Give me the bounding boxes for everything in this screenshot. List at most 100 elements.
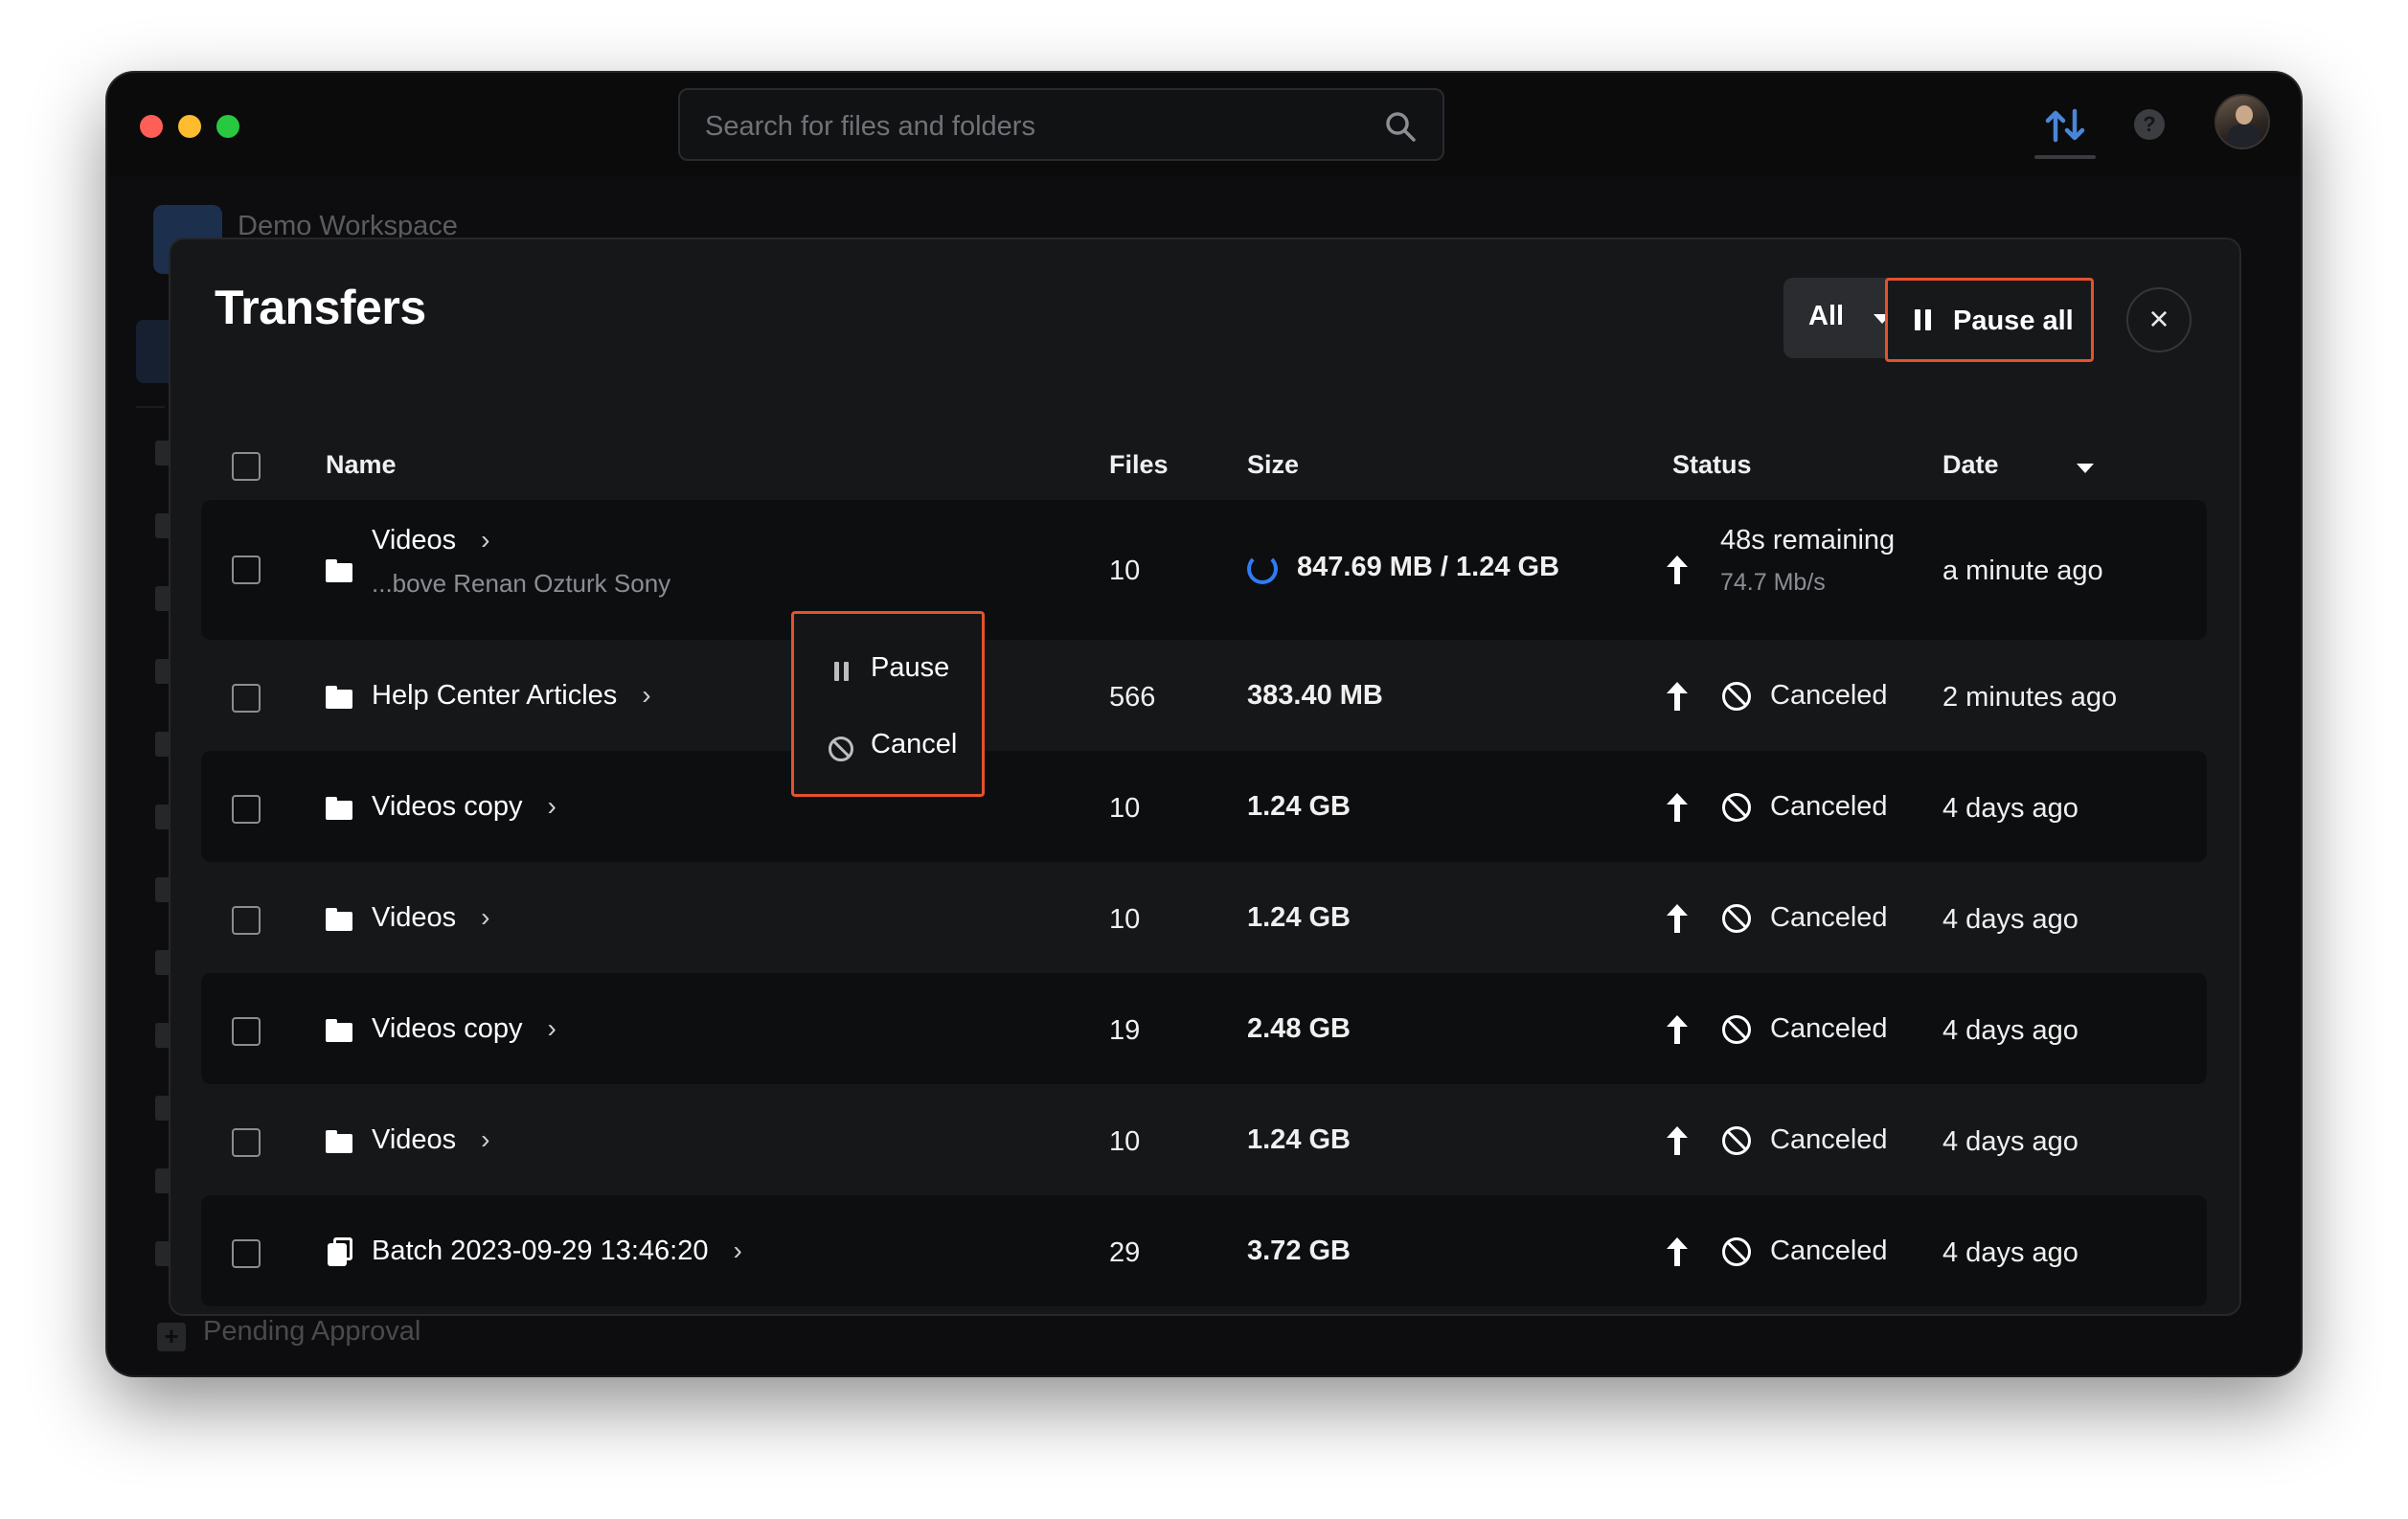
row-status: Canceled	[1770, 680, 1888, 711]
row-name[interactable]: Videos ›	[372, 525, 489, 556]
canceled-icon	[1722, 904, 1751, 933]
folder-icon	[326, 686, 352, 709]
row-files: 29	[1109, 1237, 1141, 1268]
close-modal-button[interactable]: ×	[2126, 287, 2192, 352]
close-icon: ×	[2148, 299, 2169, 338]
row-checkbox[interactable]	[232, 1128, 261, 1157]
column-header-size[interactable]: Size	[1247, 450, 1299, 480]
row-checkbox[interactable]	[232, 906, 261, 935]
row-checkbox[interactable]	[232, 555, 261, 584]
table-row[interactable]: Videos › 10 1.24 GB Canceled 4 days ago	[201, 1084, 2207, 1195]
row-status: Canceled	[1770, 1236, 1888, 1266]
row-status: 48s remaining	[1720, 525, 1896, 555]
row-date: 4 days ago	[1942, 1015, 2079, 1046]
row-files: 10	[1109, 793, 1141, 824]
column-header-files[interactable]: Files	[1109, 450, 1169, 480]
table-row[interactable]: Videos copy › 19 2.48 GB Canceled 4 days …	[201, 973, 2207, 1084]
row-size: 1.24 GB	[1247, 902, 1351, 933]
row-status: Canceled	[1770, 1124, 1888, 1155]
app-window: Search for files and folders ? Demo Work…	[107, 73, 2301, 1375]
minimize-window-button[interactable]	[178, 115, 201, 138]
folder-icon	[326, 908, 352, 931]
row-date: 4 days ago	[1942, 793, 2079, 824]
row-path: ...bove Renan Ozturk Sony	[372, 569, 671, 598]
filter-label: All	[1808, 301, 1845, 331]
upload-arrow-icon	[1667, 555, 1688, 584]
chevron-right-icon: ›	[733, 1236, 742, 1265]
table-row[interactable]: Videos › ...bove Renan Ozturk Sony 10 847…	[201, 500, 2207, 640]
search-input[interactable]: Search for files and folders	[678, 88, 1444, 161]
transfer-arrows-icon	[2045, 108, 2085, 143]
column-header-name[interactable]: Name	[326, 450, 397, 480]
pause-icon	[1915, 309, 1932, 330]
canceled-icon	[1722, 1126, 1751, 1155]
row-date: 4 days ago	[1942, 1237, 2079, 1268]
modal-title: Transfers	[215, 281, 426, 334]
pause-all-button[interactable]: Pause all	[1885, 278, 2094, 362]
column-header-status[interactable]: Status	[1672, 450, 1752, 480]
row-name[interactable]: Help Center Articles ›	[372, 680, 651, 712]
row-size: 1.24 GB	[1247, 1124, 1351, 1155]
folder-icon	[326, 559, 352, 582]
context-menu-cancel-label: Cancel	[871, 729, 958, 760]
row-files: 10	[1109, 1126, 1141, 1157]
row-context-menu: Pause Cancel	[791, 611, 985, 797]
table-row[interactable]: Batch 2023-09-29 13:46:20 › 29 3.72 GB Ca…	[201, 1195, 2207, 1306]
row-name[interactable]: Videos ›	[372, 902, 489, 934]
row-checkbox[interactable]	[232, 684, 261, 713]
column-header-date[interactable]: Date	[1942, 450, 1999, 480]
row-date: a minute ago	[1942, 555, 2103, 586]
row-checkbox[interactable]	[232, 1239, 261, 1268]
context-menu-pause-label: Pause	[871, 652, 950, 683]
select-all-checkbox[interactable]	[232, 452, 261, 481]
upload-arrow-icon	[1667, 682, 1688, 711]
help-icon[interactable]: ?	[2134, 109, 2165, 140]
upload-arrow-icon	[1667, 1237, 1688, 1266]
row-size: 847.69 MB / 1.24 GB	[1297, 552, 1560, 582]
progress-spinner-icon	[1247, 554, 1278, 584]
context-menu-pause[interactable]: Pause	[794, 631, 982, 708]
sort-desc-icon[interactable]	[2077, 464, 2094, 473]
row-files: 566	[1109, 682, 1156, 713]
row-size: 2.48 GB	[1247, 1013, 1351, 1044]
close-window-button[interactable]	[140, 115, 163, 138]
table-row[interactable]: Help Center Articles › 566 383.40 MB Canc…	[201, 640, 2207, 751]
titlebar: Search for files and folders ?	[107, 73, 2301, 176]
row-status: Canceled	[1770, 791, 1888, 822]
row-status: Canceled	[1770, 1013, 1888, 1044]
table-row[interactable]: Videos › 10 1.24 GB Canceled 4 days ago	[201, 862, 2207, 973]
row-speed: 74.7 Mb/s	[1720, 569, 1826, 596]
row-date: 4 days ago	[1942, 1126, 2079, 1157]
folder-icon	[326, 1019, 352, 1042]
context-menu-cancel[interactable]: Cancel	[794, 708, 982, 784]
table-row[interactable]: Videos copy › 10 1.24 GB Canceled 4 days …	[201, 751, 2207, 862]
chevron-right-icon: ›	[481, 1124, 490, 1154]
search-icon[interactable]	[1383, 109, 1418, 144]
row-date: 4 days ago	[1942, 904, 2079, 935]
chevron-right-icon: ›	[642, 680, 651, 710]
canceled-icon	[1722, 1015, 1751, 1044]
canceled-icon	[1722, 793, 1751, 822]
row-checkbox[interactable]	[232, 1017, 261, 1046]
search-placeholder: Search for files and folders	[705, 111, 1035, 142]
row-files: 19	[1109, 1015, 1141, 1046]
row-files: 10	[1109, 555, 1141, 586]
canceled-icon	[1722, 1237, 1751, 1266]
pause-all-label: Pause all	[1953, 306, 2074, 336]
maximize-window-button[interactable]	[216, 115, 239, 138]
table-header: Name Files Size Status Date	[170, 427, 2239, 502]
row-name[interactable]: Batch 2023-09-29 13:46:20 ›	[372, 1236, 742, 1267]
row-name[interactable]: Videos ›	[372, 1124, 489, 1156]
canceled-icon	[1722, 682, 1751, 711]
row-name[interactable]: Videos copy ›	[372, 791, 557, 823]
batch-icon	[328, 1237, 352, 1266]
avatar[interactable]	[2215, 94, 2270, 149]
row-name[interactable]: Videos copy ›	[372, 1013, 557, 1045]
row-checkbox[interactable]	[232, 795, 261, 824]
folder-icon	[326, 1130, 352, 1153]
upload-arrow-icon	[1667, 793, 1688, 822]
chevron-right-icon: ›	[481, 525, 490, 555]
upload-arrow-icon	[1667, 904, 1688, 933]
chevron-right-icon: ›	[481, 902, 490, 932]
transfers-button[interactable]	[2034, 102, 2096, 159]
